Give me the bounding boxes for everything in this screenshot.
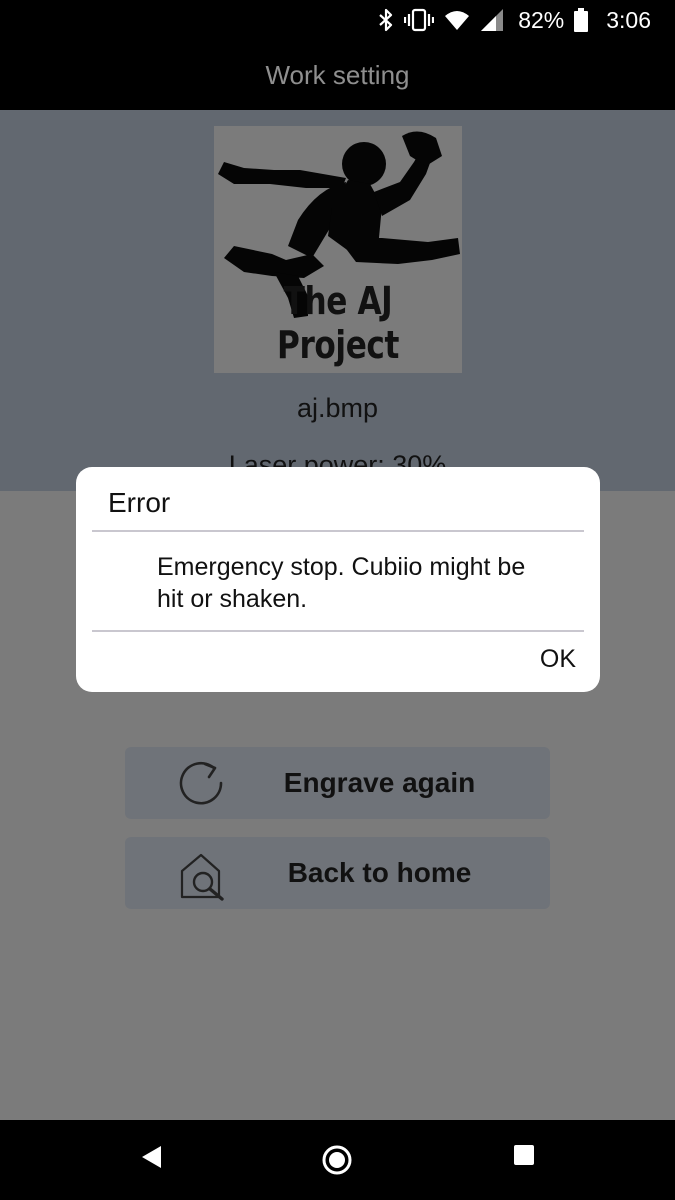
ok-button[interactable]: OK — [540, 645, 576, 674]
clock: 3:06 — [606, 6, 651, 33]
dialog-title: Error — [108, 487, 171, 518]
battery-icon — [574, 8, 589, 32]
page-title: Work setting — [265, 59, 410, 90]
status-icons: 82% 3:06 — [378, 4, 651, 36]
back-to-home-button[interactable]: Back to home — [125, 837, 550, 909]
preview-panel: The AJ Project aj.bmp Laser power: 30% — [0, 110, 675, 491]
dialog-message: Emergency stop. Cubiio might be hit or s… — [157, 553, 526, 613]
error-dialog: Error Emergency stop. Cubiio might be hi… — [76, 467, 600, 692]
recents-icon[interactable] — [513, 1144, 535, 1171]
back-icon[interactable] — [139, 1144, 163, 1175]
status-bar: 82% 3:06 — [0, 0, 675, 40]
logo-text: The AJ Project — [277, 279, 399, 367]
vibrate-icon — [404, 8, 435, 32]
wifi-icon — [444, 9, 470, 31]
back-to-home-label: Back to home — [287, 857, 472, 888]
dialog-divider — [92, 630, 584, 632]
engrave-again-button[interactable]: Engrave again — [125, 747, 550, 819]
bluetooth-icon — [378, 8, 394, 32]
battery-percent: 82% — [518, 6, 565, 33]
file-name: aj.bmp — [296, 393, 379, 423]
engrave-again-label: Engrave again — [283, 767, 476, 798]
app-bar: Work setting — [0, 40, 675, 110]
navigation-bar — [0, 1120, 675, 1200]
dialog-divider — [92, 530, 584, 532]
engraving-preview-image: The AJ Project — [214, 126, 462, 373]
home-icon[interactable] — [321, 1144, 353, 1181]
cellular-signal-icon — [480, 8, 504, 32]
